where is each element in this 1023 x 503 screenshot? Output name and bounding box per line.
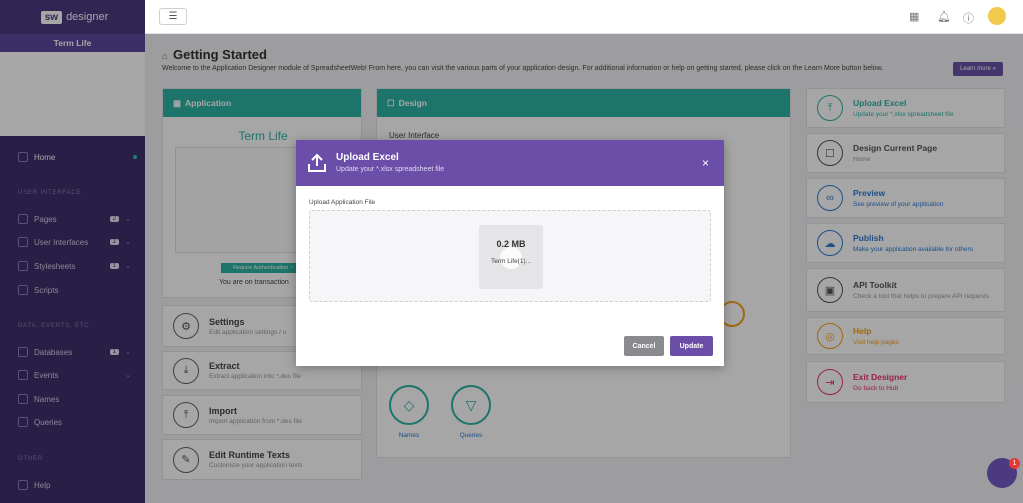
- hamburger-icon: ☰: [168, 11, 178, 22]
- modal-title: Upload Excel: [336, 152, 399, 163]
- upload-excel-modal: Upload Excel Update your *.xlsx spreadsh…: [296, 140, 724, 366]
- modal-header: Upload Excel Update your *.xlsx spreadsh…: [296, 140, 724, 186]
- chat-badge: 1: [1009, 458, 1020, 469]
- cancel-button[interactable]: Cancel: [624, 336, 664, 356]
- grid-icon[interactable]: ▦: [909, 10, 919, 23]
- modal-subtitle: Update your *.xlsx spreadsheet file: [336, 166, 445, 173]
- close-icon[interactable]: ×: [702, 156, 709, 170]
- file-dropzone[interactable]: 0.2 MB Term Life(1)...: [309, 210, 711, 302]
- upload-icon: [308, 153, 326, 172]
- uploaded-file-preview[interactable]: 0.2 MB Term Life(1)...: [479, 225, 543, 289]
- topbar: ☰ ▦ 🔔︎ ⓘ: [145, 0, 1023, 34]
- update-button[interactable]: Update: [670, 336, 713, 356]
- sidebar-backdrop: [0, 0, 145, 503]
- avatar[interactable]: [988, 7, 1006, 25]
- file-name: Term Life(1)...: [490, 258, 532, 265]
- bell-icon[interactable]: 🔔︎: [937, 10, 951, 23]
- upload-field-label: Upload Application File: [309, 199, 376, 206]
- menu-toggle-button[interactable]: ☰: [159, 8, 187, 25]
- help-circle-icon[interactable]: ⓘ: [963, 10, 974, 26]
